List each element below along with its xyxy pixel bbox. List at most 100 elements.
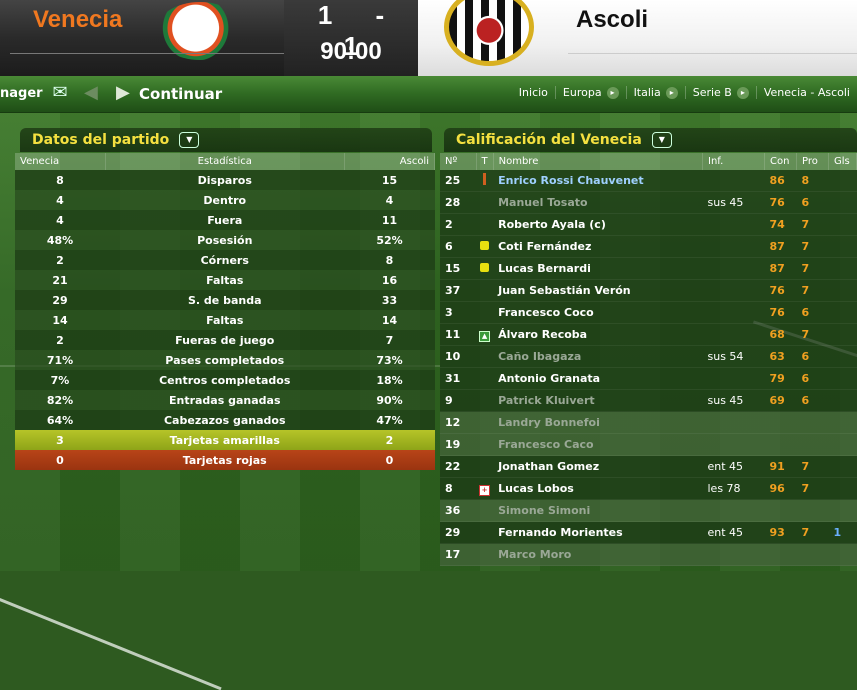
column-header[interactable]: Gls — [828, 153, 857, 170]
player-row[interactable]: 3 Francesco Coco 76 6 — [440, 301, 857, 324]
player-inf — [703, 412, 765, 434]
yellow-card-icon — [480, 241, 490, 250]
player-pro: 6 — [801, 394, 810, 407]
player-row[interactable]: 9 Patrick Kluivert sus 45 69 6 — [440, 389, 857, 412]
player-row[interactable]: 36 Simone Simoni — [440, 499, 857, 522]
table-row: 0 Tarjetas rojas 0 — [15, 450, 435, 470]
player-name[interactable]: Francesco Coco — [493, 302, 702, 324]
column-header[interactable]: T — [476, 153, 494, 170]
player-gls — [829, 500, 857, 522]
stat-cell-label: Centros completados — [159, 373, 291, 387]
mail-icon[interactable]: ✉ — [50, 83, 70, 103]
player-gls — [829, 170, 857, 192]
crumb-italia[interactable]: Italia ▸ — [625, 86, 685, 99]
player-gls — [829, 324, 857, 346]
player-row[interactable]: 8 + Lucas Lobos les 78 96 7 — [440, 477, 857, 500]
status-cell — [476, 280, 493, 302]
stat-cell-away: 52% — [376, 233, 403, 247]
crumb-arrow-icon[interactable]: ▸ — [665, 86, 678, 99]
player-row[interactable]: 17 Marco Moro — [440, 543, 857, 566]
crumb-match[interactable]: Venecia - Ascoli — [755, 86, 857, 99]
player-name[interactable]: Álvaro Recoba — [493, 324, 702, 346]
stat-cell-home: 2 — [56, 253, 64, 267]
stat-cell-home: 14 — [52, 313, 68, 327]
crumb-label: Venecia - Ascoli — [763, 86, 850, 99]
column-header[interactable]: Venecia — [15, 153, 106, 170]
status-cell — [476, 434, 493, 456]
column-header[interactable]: Con — [764, 153, 797, 170]
column-header[interactable]: Inf. — [702, 153, 765, 170]
player-name[interactable]: Enrico Rossi Chauvenet — [493, 170, 702, 192]
column-header[interactable]: Nº — [440, 153, 477, 170]
away-team-name[interactable]: Ascoli — [576, 6, 648, 34]
crumb-inicio[interactable]: Inicio — [512, 86, 555, 99]
player-inf — [703, 280, 765, 302]
column-header[interactable]: Nombre — [493, 153, 704, 170]
status-cell: + — [476, 478, 493, 500]
crumb-serie-b[interactable]: Serie B ▸ — [684, 86, 756, 99]
home-team-name[interactable]: Venecia — [33, 6, 122, 34]
stat-cell-label: Entradas ganadas — [168, 393, 281, 407]
player-pro: 7 — [801, 218, 810, 231]
player-name[interactable]: Lucas Bernardi — [493, 258, 702, 280]
crumb-europa[interactable]: Europa ▸ — [554, 86, 626, 99]
player-pro: 7 — [801, 284, 810, 297]
player-row[interactable]: 29 Fernando Morientes ent 45 93 7 1 — [440, 521, 857, 544]
player-name[interactable]: Marco Moro — [493, 544, 702, 566]
player-row[interactable]: 15 Lucas Bernardi 87 7 — [440, 257, 857, 280]
stat-cell-home: 7% — [50, 373, 70, 387]
player-name[interactable]: Jonathan Gomez — [493, 456, 702, 478]
chevron-down-icon[interactable]: ▼ — [651, 132, 672, 148]
player-row[interactable]: 37 Juan Sebastián Verón 76 7 — [440, 279, 857, 302]
crumb-arrow-icon[interactable]: ▸ — [606, 86, 619, 99]
continue-button[interactable]: Continuar — [139, 85, 222, 103]
player-name[interactable]: Roberto Ayala (c) — [493, 214, 702, 236]
player-name[interactable]: Fernando Morientes — [493, 522, 702, 544]
player-num: 10 — [445, 350, 461, 363]
forward-arrow-icon[interactable]: ▶ — [116, 82, 130, 103]
player-row[interactable]: 10 Caño Ibagaza sus 54 63 6 — [440, 345, 857, 368]
player-num: 37 — [445, 284, 461, 297]
player-name[interactable]: Patrick Kluivert — [493, 390, 702, 412]
player-name[interactable]: Juan Sebastián Verón — [493, 280, 702, 302]
player-inf: sus 45 — [707, 196, 744, 209]
player-name[interactable]: Francesco Caco — [493, 434, 702, 456]
stat-cell-label: Córners — [200, 253, 249, 267]
stat-cell-label: Tarjetas amarillas — [169, 433, 280, 447]
back-arrow-icon[interactable]: ◀ — [84, 82, 98, 103]
player-row[interactable]: 12 Landry Bonnefoi — [440, 411, 857, 434]
player-name[interactable]: Coti Fernández — [493, 236, 702, 258]
player-row[interactable]: 25 Enrico Rossi Chauvenet 86 8 — [440, 170, 857, 192]
player-name[interactable]: Manuel Tosato — [493, 192, 702, 214]
chevron-down-icon[interactable]: ▼ — [179, 132, 200, 148]
player-row[interactable]: 31 Antonio Granata 79 6 — [440, 367, 857, 390]
divider — [10, 53, 284, 54]
player-row[interactable]: 6 Coti Fernández 87 7 — [440, 235, 857, 258]
player-pro: 8 — [801, 174, 810, 187]
player-num: 31 — [445, 372, 461, 385]
player-name[interactable]: Landry Bonnefoi — [493, 412, 702, 434]
player-name[interactable]: Caño Ibagaza — [493, 346, 702, 368]
player-row[interactable]: 2 Roberto Ayala (c) 74 7 — [440, 213, 857, 236]
player-row[interactable]: 22 Jonathan Gomez ent 45 91 7 — [440, 455, 857, 478]
stat-cell-home: 4 — [56, 213, 64, 227]
crumb-arrow-icon[interactable]: ▸ — [736, 86, 749, 99]
player-inf — [703, 500, 765, 522]
home-team-crest-icon — [156, 2, 244, 60]
column-header[interactable]: Pro — [796, 153, 829, 170]
column-header[interactable]: Estadística — [105, 153, 345, 170]
manager-menu[interactable]: nager — [0, 86, 43, 101]
player-row[interactable]: 11 ▲ Álvaro Recoba 68 7 — [440, 323, 857, 346]
player-row[interactable]: 28 Manuel Tosato sus 45 76 6 — [440, 191, 857, 214]
player-inf: sus 54 — [707, 350, 744, 363]
player-name[interactable]: Simone Simoni — [493, 500, 702, 522]
player-gls: 1 — [833, 526, 842, 539]
player-name[interactable]: Lucas Lobos — [493, 478, 702, 500]
player-inf — [703, 324, 765, 346]
player-name[interactable]: Antonio Granata — [493, 368, 702, 390]
column-header[interactable]: Ascoli — [344, 153, 435, 170]
stat-cell-label: Faltas — [206, 313, 244, 327]
player-row[interactable]: 19 Francesco Caco — [440, 433, 857, 456]
stat-cell-away: 16 — [381, 273, 398, 287]
stat-cell-label: Faltas — [206, 273, 244, 287]
